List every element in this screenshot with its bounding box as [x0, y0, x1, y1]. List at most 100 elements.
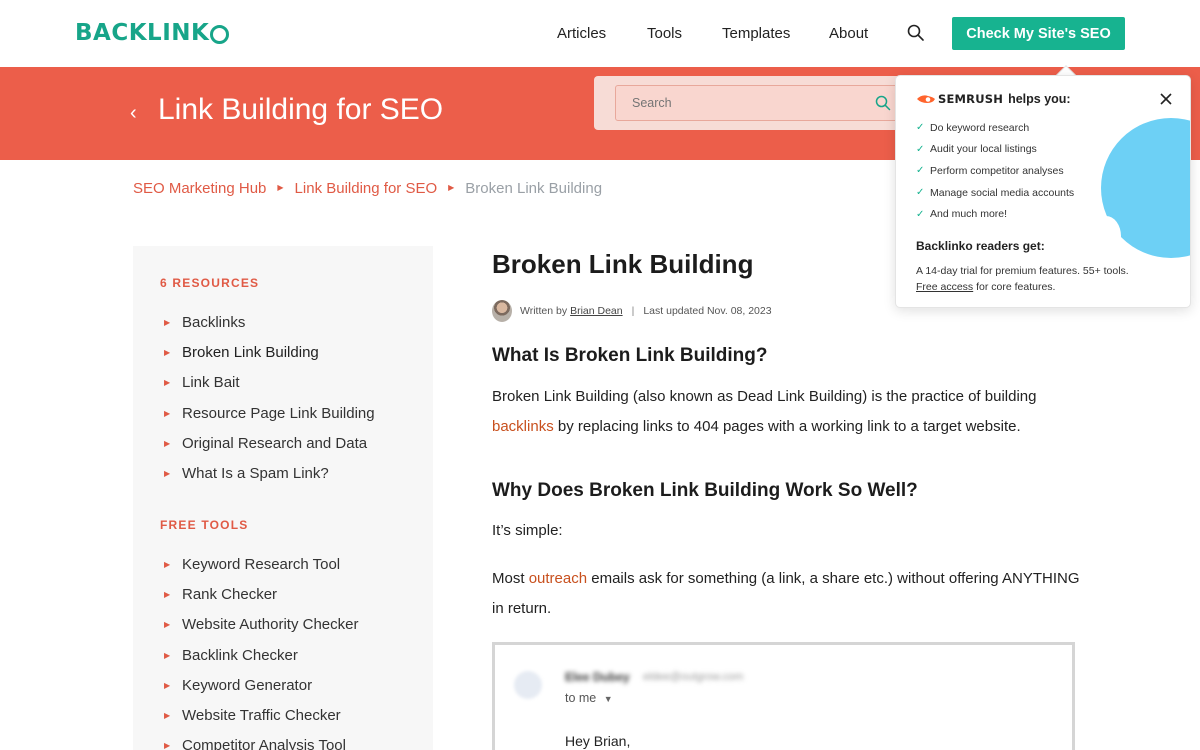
popover-description-text: for core features.: [973, 281, 1056, 293]
sidebar-item-original-research[interactable]: ▶ Original Research and Data: [164, 428, 375, 458]
triangle-right-icon: ▶: [164, 469, 171, 479]
triangle-right-icon: ▶: [164, 741, 171, 750]
last-updated-text: Last updated Nov. 08, 2023: [643, 305, 772, 317]
search-icon[interactable]: [874, 94, 892, 112]
tools-list: ▶ Keyword Research Tool ▶ Rank Checker ▶ We…: [164, 549, 358, 750]
list-item: ✓ Do keyword research: [916, 117, 1074, 139]
sidebar: 6 RESOURCES ▶ Backlinks ▶ Broken Link Buil…: [133, 246, 433, 750]
byline-separator: |: [631, 305, 635, 317]
logo-ring-icon: [210, 24, 230, 44]
close-icon[interactable]: [1158, 91, 1174, 107]
triangle-right-icon: ▶: [164, 317, 171, 327]
email-greeting: Hey Brian,: [565, 733, 631, 749]
triangle-right-icon: ▶: [164, 438, 171, 448]
sidebar-item-label: Link Bait: [182, 374, 240, 392]
paragraph-definition: Broken Link Building (also known as Dead…: [492, 382, 1082, 442]
sidebar-item-label: Backlink Checker: [182, 646, 298, 664]
email-sender: Elee Dubey: [565, 670, 630, 684]
article-byline: Written by Brian Dean | Last updated Nov…: [492, 300, 772, 322]
outreach-link[interactable]: outreach: [529, 570, 587, 587]
sidebar-item-label: Rank Checker: [182, 585, 278, 603]
email-screenshot: Elee Dubey eldee@outgrow.com to me ▼ Hey…: [492, 642, 1075, 750]
check-icon: ✓: [916, 122, 925, 134]
sidebar-item-competitor-analysis-tool[interactable]: ▶ Competitor Analysis Tool: [164, 731, 358, 750]
breadcrumb-link-building[interactable]: Link Building for SEO: [295, 180, 438, 197]
paragraph-simple: It’s simple:: [492, 522, 563, 539]
feature-label: Do keyword research: [930, 121, 1030, 134]
sidebar-item-website-authority-checker[interactable]: ▶ Website Authority Checker: [164, 610, 358, 640]
email-avatar: [514, 671, 542, 699]
triangle-right-icon: ▶: [164, 559, 171, 569]
sidebar-item-label: Original Research and Data: [182, 434, 368, 452]
triangle-right-icon: ▶: [164, 589, 171, 599]
caret-down-icon: ▼: [603, 694, 613, 704]
feature-label: And much more!: [930, 208, 1008, 221]
triangle-right-icon: ▶: [164, 620, 171, 630]
popover-title: helps you:: [1008, 92, 1071, 106]
sidebar-item-label: Backlinks: [182, 313, 246, 331]
paragraph-outreach: Most outreach emails ask for something (…: [492, 564, 1082, 624]
popover-header: SEMRUSH helps you:: [916, 92, 1071, 106]
check-icon: ✓: [916, 143, 925, 155]
sidebar-item-label: Website Authority Checker: [182, 616, 359, 634]
nav-tools[interactable]: Tools: [647, 25, 682, 42]
sidebar-item-label: Broken Link Building: [182, 343, 319, 361]
search-icon[interactable]: [906, 23, 926, 43]
readers-heading: Backlinko readers get:: [916, 239, 1045, 253]
nav-articles[interactable]: Articles: [557, 25, 606, 42]
check-site-seo-button[interactable]: Check My Site's SEO: [952, 17, 1125, 50]
semrush-flame-icon: [917, 95, 935, 103]
sidebar-item-link-bait[interactable]: ▶ Link Bait: [164, 368, 375, 398]
author-link[interactable]: Brian Dean: [570, 305, 623, 317]
resources-heading: 6 RESOURCES: [160, 276, 260, 290]
triangle-right-icon: ▶: [164, 650, 171, 660]
paragraph-text: Broken Link Building (also known as Dead…: [492, 388, 1037, 405]
sidebar-item-label: What Is a Spam Link?: [182, 465, 329, 483]
sidebar-item-resource-page[interactable]: ▶ Resource Page Link Building: [164, 398, 375, 428]
nav-templates[interactable]: Templates: [722, 25, 790, 42]
chevron-left-icon[interactable]: ‹: [130, 103, 137, 123]
sidebar-item-website-traffic-checker[interactable]: ▶ Website Traffic Checker: [164, 700, 358, 730]
feature-label: Audit your local listings: [930, 143, 1037, 156]
popover-description: A 14-day trial for premium features. 55+…: [916, 263, 1129, 295]
sidebar-item-broken-link-building[interactable]: ▶ Broken Link Building: [164, 337, 375, 367]
hub-title[interactable]: Link Building for SEO: [158, 93, 443, 127]
email-address: eldee@outgrow.com: [643, 671, 744, 683]
logo-text: BACKLINK: [75, 20, 210, 46]
triangle-right-icon: ▶: [164, 347, 171, 357]
triangle-right-icon: ▶: [164, 680, 171, 690]
sidebar-item-backlinks[interactable]: ▶ Backlinks: [164, 307, 375, 337]
sidebar-item-rank-checker[interactable]: ▶ Rank Checker: [164, 579, 358, 609]
hub-search-input[interactable]: [615, 85, 901, 121]
sidebar-item-label: Resource Page Link Building: [182, 404, 375, 422]
hub-search-panel: [594, 76, 914, 130]
section-heading-why: Why Does Broken Link Building Work So We…: [492, 480, 918, 501]
sidebar-item-backlink-checker[interactable]: ▶ Backlink Checker: [164, 640, 358, 670]
resources-list: ▶ Backlinks ▶ Broken Link Building ▶ Link B…: [164, 307, 375, 489]
sidebar-item-label: Website Traffic Checker: [182, 707, 341, 725]
semrush-logo: SEMRUSH: [916, 92, 1003, 106]
check-icon: ✓: [916, 208, 925, 220]
author-avatar: [492, 300, 512, 322]
free-access-link[interactable]: Free access: [916, 281, 973, 293]
list-item: ✓ Audit your local listings: [916, 139, 1074, 161]
triangle-right-icon: ▶: [164, 378, 171, 388]
feature-label: Manage social media accounts: [930, 186, 1075, 199]
list-item: ✓ Manage social media accounts: [916, 182, 1074, 204]
backlinks-link[interactable]: backlinks: [492, 418, 554, 435]
sidebar-item-keyword-generator[interactable]: ▶ Keyword Generator: [164, 670, 358, 700]
list-item: ✓ Perform competitor analyses: [916, 160, 1074, 182]
nav-about[interactable]: About: [829, 25, 868, 42]
breadcrumb: SEO Marketing Hub ▶ Link Building for SE…: [133, 180, 602, 197]
breadcrumb-seo-marketing-hub[interactable]: SEO Marketing Hub: [133, 180, 266, 197]
section-heading-what-is: What Is Broken Link Building?: [492, 345, 768, 366]
sidebar-item-keyword-research-tool[interactable]: ▶ Keyword Research Tool: [164, 549, 358, 579]
feature-label: Perform competitor analyses: [930, 164, 1064, 177]
email-recipient: to me ▼: [565, 691, 613, 705]
popover-description-line: Free access for core features.: [916, 279, 1129, 295]
sidebar-item-label: Keyword Research Tool: [182, 555, 341, 573]
sidebar-item-spam-link[interactable]: ▶ What Is a Spam Link?: [164, 458, 375, 488]
backlinko-logo[interactable]: BACKLINK: [75, 20, 230, 46]
triangle-right-icon: ▶: [164, 711, 171, 721]
article-title: Broken Link Building: [492, 249, 754, 279]
